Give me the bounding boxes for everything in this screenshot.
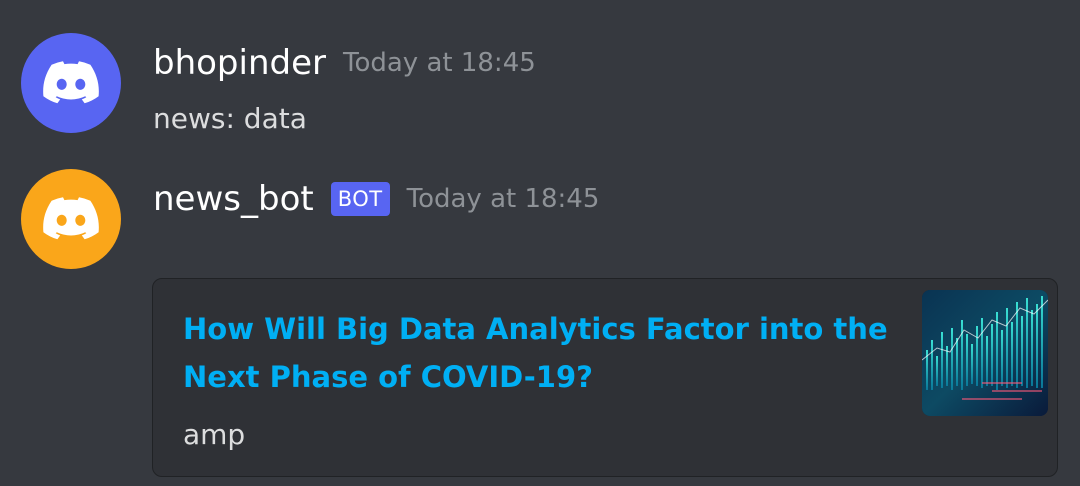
message-content: news: data <box>153 102 307 135</box>
timestamp: Today at 18:45 <box>406 184 600 214</box>
avatar[interactable] <box>21 169 121 269</box>
discord-logo-icon <box>43 197 99 240</box>
message-header: news_bot BOT Today at 18:45 <box>153 177 599 221</box>
chat-messages: bhopinder Today at 18:45 news: data news… <box>0 0 1080 486</box>
embed-thumbnail[interactable] <box>922 290 1048 416</box>
discord-logo-icon <box>43 61 99 104</box>
bot-tag: BOT <box>330 182 390 216</box>
embed-description: amp <box>183 418 246 451</box>
link-embed: How Will Big Data Analytics Factor into … <box>152 278 1058 477</box>
timestamp: Today at 18:45 <box>343 48 536 78</box>
data-chart-thumbnail <box>922 290 1048 416</box>
username[interactable]: news_bot <box>153 177 314 221</box>
message-header: bhopinder Today at 18:45 <box>153 41 536 85</box>
embed-title-link[interactable]: How Will Big Data Analytics Factor into … <box>183 305 903 401</box>
avatar[interactable] <box>21 33 121 133</box>
username[interactable]: bhopinder <box>153 41 326 85</box>
